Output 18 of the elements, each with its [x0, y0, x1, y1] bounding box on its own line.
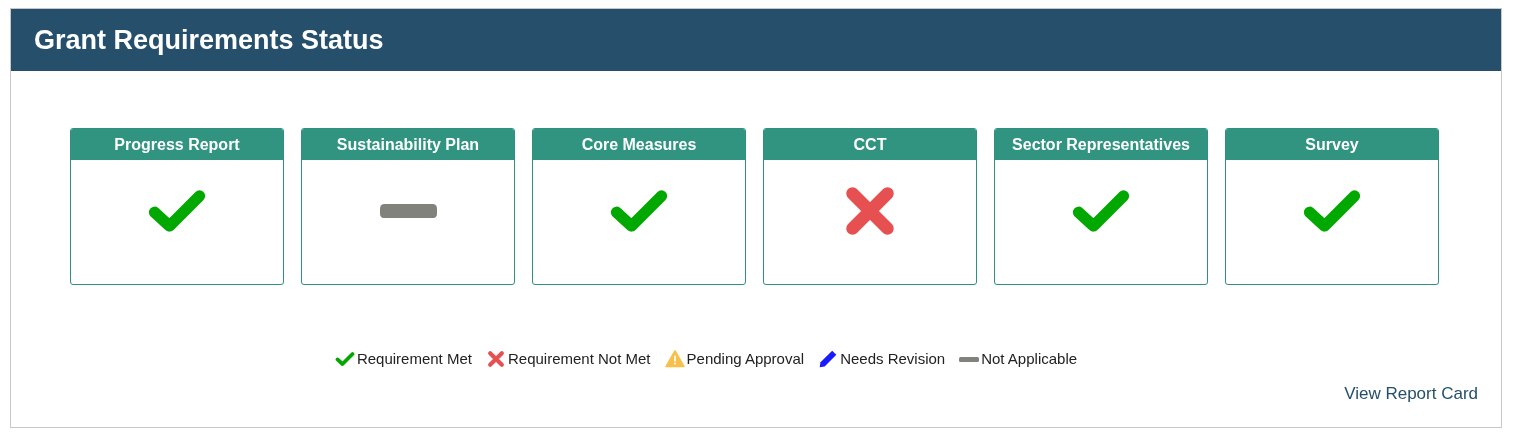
- dash-icon: [379, 203, 437, 219]
- card-title: CCT: [853, 134, 887, 155]
- card-title: Core Measures: [581, 134, 697, 155]
- warning-icon: [664, 349, 685, 370]
- card-title: Survey: [1305, 134, 1359, 155]
- pencil-icon: [818, 349, 839, 370]
- legend-label: Pending Approval: [686, 349, 805, 369]
- dash-icon: [959, 356, 980, 362]
- report-card-link[interactable]: View Report Card: [1344, 380, 1478, 406]
- card-title: Sector Representatives: [1012, 134, 1190, 155]
- cross-icon: [485, 349, 506, 370]
- legend-label: Needs Revision: [840, 349, 946, 369]
- card-title: Sustainability Plan: [336, 134, 480, 155]
- card-title: Progress Report: [114, 134, 240, 155]
- panel-title: Grant Requirements Status: [34, 23, 384, 57]
- legend-label: Requirement Met: [356, 349, 472, 369]
- legend-label: Requirement Not Met: [507, 349, 651, 369]
- legend-label: Not Applicable: [981, 349, 1078, 369]
